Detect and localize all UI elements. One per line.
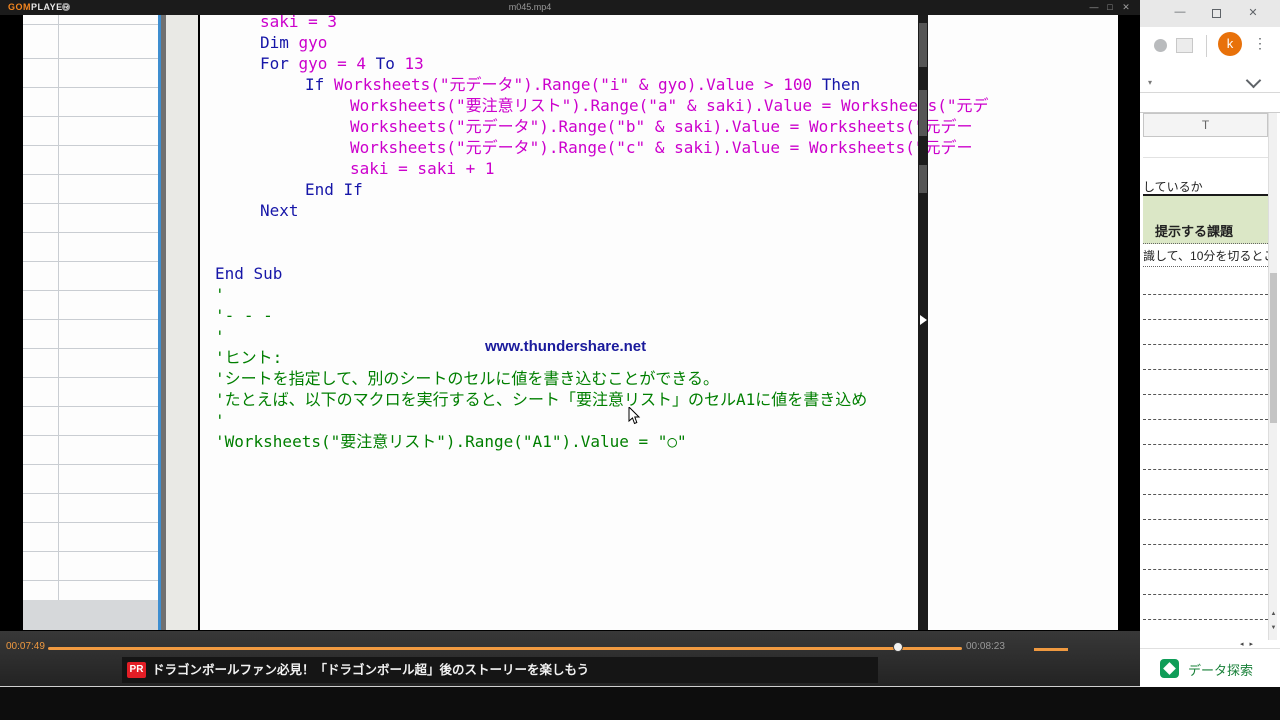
sheet-row[interactable] bbox=[1143, 570, 1268, 595]
player-titlebar[interactable]: GOMPLAYER m045.mp4 — □ ✕ bbox=[0, 0, 1140, 15]
code-line: saki = 3 bbox=[260, 15, 337, 30]
code-line: saki = saki + 1 bbox=[350, 160, 495, 177]
code-line: End If bbox=[305, 181, 363, 198]
sheet-row[interactable] bbox=[1143, 395, 1268, 420]
seek-bar[interactable] bbox=[48, 647, 962, 650]
video-filename: m045.mp4 bbox=[0, 2, 1060, 12]
browser-toolbar: k ⋮ bbox=[1140, 27, 1280, 70]
sheet-row[interactable] bbox=[1143, 295, 1268, 320]
sheet-row[interactable] bbox=[1143, 520, 1268, 545]
extension-icon[interactable] bbox=[1154, 39, 1167, 52]
pr-badge: PR bbox=[127, 662, 146, 678]
sheet-cells: しているか 提示する課題 識して、10分を切るとこ bbox=[1143, 137, 1268, 648]
video-spreadsheet-scrollbar bbox=[23, 600, 158, 630]
code-line: 'Worksheets("要注意リスト").Range("A1").Value … bbox=[215, 433, 687, 450]
code-line: ' bbox=[215, 328, 225, 345]
sheets-statusbar: データ探索 bbox=[1140, 648, 1280, 687]
extension-icon-2[interactable] bbox=[1176, 38, 1193, 53]
sheets-menu-row: ▾ bbox=[1140, 70, 1280, 93]
code-line: 'シートを指定して、別のシートのセルに値を書き込むことができる。 bbox=[215, 370, 719, 387]
hscroll-arrows[interactable]: ◂▸ bbox=[1240, 640, 1259, 648]
windows-taskbar: ここに入力して検索 X C 86% bbox=[0, 687, 1280, 720]
code-line: 'ヒント: bbox=[215, 349, 282, 366]
background-browser-window: — ✕ k ⋮ ▾ T しているか 提示する課題 識して、10分を切るとこ bbox=[1140, 0, 1280, 687]
code-line: If Worksheets("元データ").Range("i" & gyo).V… bbox=[305, 76, 860, 93]
video-frame[interactable]: www.thundershare.net saki = 3 Dim gyo For … bbox=[0, 15, 1140, 630]
sheet-row[interactable] bbox=[1143, 320, 1268, 345]
current-time: 00:07:49 bbox=[6, 641, 45, 652]
sheet-row[interactable] bbox=[1143, 345, 1268, 370]
column-header[interactable]: T bbox=[1143, 113, 1268, 137]
scroll-marker-icon bbox=[920, 315, 927, 325]
code-line: '- - - bbox=[215, 307, 273, 324]
volume-bar[interactable] bbox=[1034, 648, 1068, 651]
gom-player-window: GOMPLAYER m045.mp4 — □ ✕ www.thundershar… bbox=[0, 0, 1140, 686]
code-line: For gyo = 4 To 13 bbox=[260, 55, 424, 72]
seek-handle[interactable] bbox=[893, 642, 903, 652]
sheet-row[interactable] bbox=[1143, 445, 1268, 470]
sheet-row[interactable] bbox=[1143, 420, 1268, 445]
watermark-text: www.thundershare.net bbox=[485, 338, 646, 355]
player-maximize-button[interactable]: □ bbox=[1104, 2, 1116, 12]
browser-maximize-button[interactable] bbox=[1212, 9, 1221, 18]
player-minimize-button[interactable]: — bbox=[1088, 2, 1100, 12]
sheet-dashed-rows bbox=[1143, 270, 1268, 620]
sheet-row[interactable] bbox=[1143, 545, 1268, 570]
profile-avatar[interactable]: k bbox=[1218, 32, 1242, 56]
dropdown-icon[interactable]: ▾ bbox=[1148, 78, 1152, 87]
explore-button[interactable]: データ探索 bbox=[1188, 660, 1253, 679]
sheet-row[interactable] bbox=[1143, 595, 1268, 620]
formula-bar[interactable] bbox=[1140, 93, 1280, 113]
code-line: End Sub bbox=[215, 265, 282, 282]
browser-close-button[interactable]: ✕ bbox=[1246, 6, 1260, 19]
code-line: Worksheets("元データ").Range("c" & saki).Val… bbox=[350, 139, 973, 156]
code-line: Worksheets("元データ").Range("b" & saki).Val… bbox=[350, 118, 973, 135]
ad-text: ドラゴンボールファン必見！「ドラゴンボール超」後のストーリーを楽しもう bbox=[152, 657, 589, 683]
sheet-row[interactable] bbox=[1143, 495, 1268, 520]
sheet-cell[interactable]: 識して、10分を切るとこ bbox=[1143, 247, 1268, 267]
editor-indicator-column bbox=[166, 15, 198, 630]
ad-banner[interactable]: PR ドラゴンボールファン必見！「ドラゴンボール超」後のストーリーを楽しもう bbox=[122, 657, 878, 683]
scroll-down-icon[interactable]: ▼ bbox=[1269, 625, 1278, 631]
editor-scrollbar bbox=[918, 15, 928, 630]
vba-code: www.thundershare.net saki = 3 Dim gyo For … bbox=[200, 15, 1118, 630]
scrollbar-thumb[interactable] bbox=[1270, 273, 1277, 423]
sheet-row[interactable] bbox=[1143, 370, 1268, 395]
browser-titlebar: — ✕ bbox=[1140, 0, 1280, 27]
sheet-cell-highlight[interactable]: 提示する課題 bbox=[1143, 196, 1268, 244]
code-line: Dim gyo bbox=[260, 34, 327, 51]
code-line: ' bbox=[215, 286, 225, 303]
browser-menu-icon[interactable]: ⋮ bbox=[1253, 33, 1267, 54]
explore-icon bbox=[1160, 659, 1179, 678]
mouse-cursor bbox=[628, 407, 642, 425]
player-close-button[interactable]: ✕ bbox=[1120, 2, 1132, 13]
code-line: Next bbox=[260, 202, 299, 219]
sheet-row[interactable] bbox=[1143, 270, 1268, 295]
code-line: ' bbox=[215, 412, 225, 429]
chevron-down-icon[interactable] bbox=[1246, 73, 1262, 89]
desktop: GOMPLAYER m045.mp4 — □ ✕ www.thundershar… bbox=[0, 0, 1280, 720]
player-control-bar: 00:07:49 00:08:23 ■ ◀ ▶ PR ドラゴンボールファン必見！… bbox=[0, 630, 1140, 686]
sheet-row[interactable] bbox=[1143, 470, 1268, 495]
scroll-up-icon[interactable]: ▲ bbox=[1269, 611, 1278, 617]
green-cell-text: 提示する課題 bbox=[1155, 221, 1233, 240]
browser-scrollbar[interactable]: ▲ ▼ bbox=[1268, 113, 1277, 640]
total-time: 00:08:23 bbox=[966, 641, 1005, 652]
toolbar-divider bbox=[1206, 35, 1207, 57]
browser-minimize-button[interactable]: — bbox=[1173, 6, 1187, 18]
code-line: Worksheets("要注意リスト").Range("a" & saki).V… bbox=[350, 97, 989, 114]
video-spreadsheet-area bbox=[23, 15, 158, 600]
code-line: 'たとえば、以下のマクロを実行すると、シート「要注意リスト」のセルA1に値を書き… bbox=[215, 391, 867, 408]
